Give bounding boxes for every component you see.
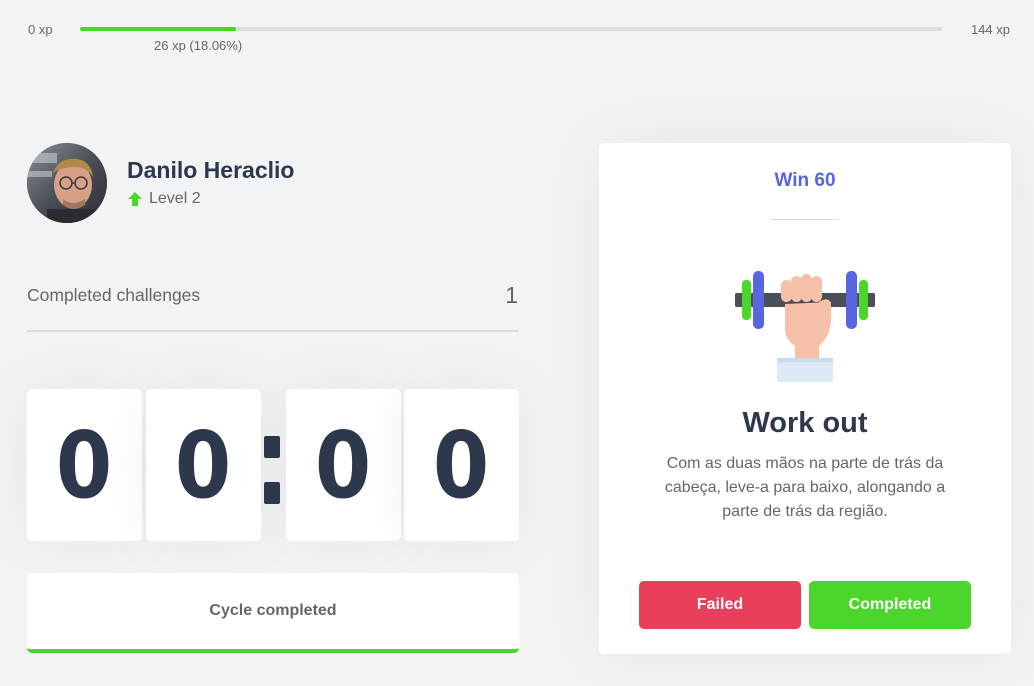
challenge-description: Com as duas mãos na parte de trás da cab… <box>664 455 946 520</box>
xp-max-label: 144 xp <box>970 22 1010 37</box>
dumbbell-icon <box>735 271 875 382</box>
minute-ones-digit: 0 <box>175 411 232 519</box>
colon-separator <box>264 436 280 528</box>
challenge-card: Win 60 Work out Com as duas mãos na part… <box>599 143 1011 654</box>
arrow-up-icon <box>128 192 142 206</box>
challenge-reward: Win 60 <box>774 170 836 191</box>
avatar-photo <box>27 143 107 223</box>
completed-button[interactable]: Completed <box>809 581 971 629</box>
level-row: Level 2 <box>127 190 201 208</box>
xp-min-label: 0 xp <box>28 22 53 37</box>
card-divider <box>770 219 839 220</box>
minute-tens-digit: 0 <box>56 411 113 519</box>
completed-challenges-count: 1 <box>505 282 518 308</box>
level-label: Level 2 <box>149 190 201 207</box>
user-name: Danilo Heraclio <box>127 157 295 183</box>
second-ones-digit: 0 <box>433 411 490 519</box>
xp-progress-fill <box>80 27 236 31</box>
divider <box>27 330 519 332</box>
cycle-completed-button[interactable]: Cycle completed <box>27 573 519 653</box>
second-ones-box: 0 <box>404 389 519 541</box>
xp-track <box>80 27 942 31</box>
challenge-title: Work out <box>742 407 868 439</box>
xp-current-label: 26 xp (18.06%) <box>154 38 243 53</box>
minute-tens-box: 0 <box>27 389 142 541</box>
second-tens-digit: 0 <box>315 411 372 519</box>
avatar <box>27 143 107 223</box>
completed-challenges-label: Completed challenges <box>27 285 201 305</box>
minute-ones-box: 0 <box>146 389 261 541</box>
second-tens-box: 0 <box>286 389 401 541</box>
failed-button[interactable]: Failed <box>639 581 801 629</box>
